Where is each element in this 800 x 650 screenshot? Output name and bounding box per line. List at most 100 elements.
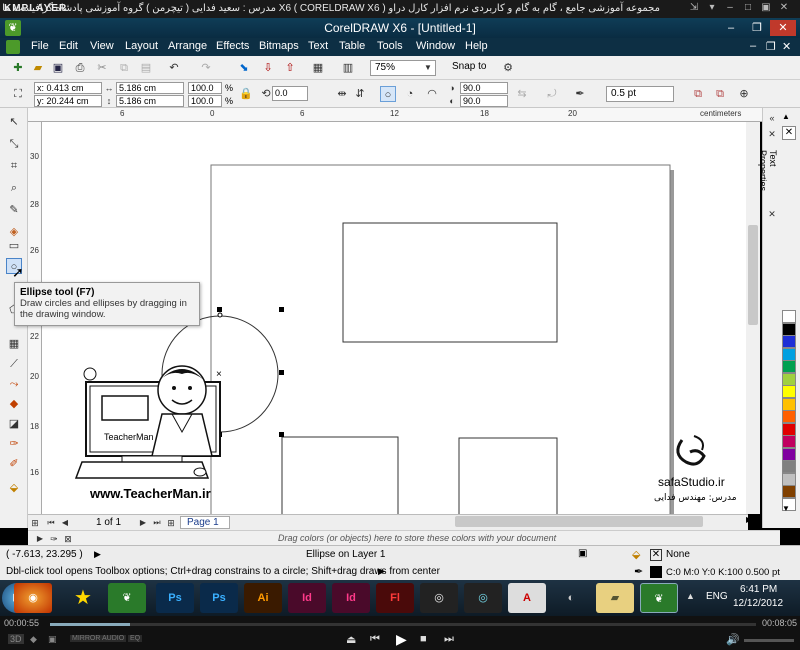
blend-tool-icon[interactable]: ◆ <box>6 396 22 412</box>
media-icon[interactable]: ◐ <box>552 583 590 613</box>
mirror-vertical-icon[interactable]: ⇵ <box>352 86 368 102</box>
explorer-icon[interactable]: ▰ <box>596 583 634 613</box>
menu-table[interactable]: Table <box>339 40 365 52</box>
menu-layout[interactable]: Layout <box>125 40 158 52</box>
menu-text[interactable]: Text <box>308 40 328 52</box>
start-angle-field[interactable]: 90.0 <box>460 82 508 94</box>
chevron-down-icon[interactable]: ▼ <box>420 60 436 76</box>
coreldraw-active-icon[interactable]: ❦ <box>640 583 678 613</box>
import-icon[interactable]: ⇩ <box>260 60 276 76</box>
scroll-right-icon[interactable]: ▶ <box>746 515 752 524</box>
color-swatch[interactable] <box>782 422 796 436</box>
color-swatch[interactable] <box>782 322 796 336</box>
no-color-swatch[interactable]: ✕ <box>782 126 796 140</box>
doc-minimize-button[interactable]: – <box>750 40 756 52</box>
to-front-icon[interactable]: ⧉ <box>690 86 706 102</box>
open-icon[interactable]: ▰ <box>30 60 46 76</box>
color-swatch[interactable] <box>782 397 796 411</box>
arc-mode-icon[interactable]: ◠ <box>424 86 440 102</box>
width-field[interactable]: 5.186 cm <box>116 82 184 94</box>
freehand-tool-icon[interactable]: ✎ <box>6 202 22 218</box>
app-icon[interactable]: ◎ <box>420 583 458 613</box>
first-page-icon[interactable]: ⏮ <box>44 515 58 529</box>
clock-time[interactable]: 6:41 PM <box>740 584 777 595</box>
zoom-tool-icon[interactable]: ⌕ <box>6 180 22 196</box>
selection-handle[interactable] <box>279 370 284 375</box>
crop-tool-icon[interactable]: ⌗ <box>6 158 22 174</box>
copy-icon[interactable]: ⧉ <box>116 60 132 76</box>
scale-width-field[interactable]: 100.0 <box>188 82 222 94</box>
player-maximize-button[interactable]: ▣ <box>760 2 772 14</box>
palette-arrow-icon[interactable]: ▶ <box>34 531 46 544</box>
indesign-icon[interactable]: Id <box>288 583 326 613</box>
eq-badge[interactable]: EQ <box>128 635 143 642</box>
next-page-icon[interactable]: ▶ <box>136 515 150 529</box>
menu-tools[interactable]: Tools <box>377 40 403 52</box>
3d-badge[interactable]: 3D <box>8 634 24 644</box>
forward-icon[interactable]: ⏭ <box>444 633 454 646</box>
volume-slider[interactable] <box>744 639 794 642</box>
color-swatch[interactable] <box>782 460 796 473</box>
indesign-icon[interactable]: Id <box>332 583 370 613</box>
to-back-icon[interactable]: ⧉ <box>712 86 728 102</box>
audio-badge[interactable]: AUDIO <box>100 635 127 642</box>
save-icon[interactable]: ▣ <box>50 60 66 76</box>
pie-mode-icon[interactable]: ◔ <box>402 86 418 102</box>
x-position-field[interactable]: x: 0.413 cm <box>34 82 102 94</box>
selection-handle[interactable] <box>217 307 222 312</box>
fill-tool-icon[interactable]: ⬙ <box>6 480 22 496</box>
table-tool-icon[interactable]: ▦ <box>6 336 22 352</box>
end-angle-field[interactable]: 90.0 <box>460 95 508 107</box>
menu-file[interactable]: File <box>31 40 49 52</box>
rotation-field[interactable]: 0.0 <box>272 86 308 101</box>
pick-tool-icon[interactable]: ↖ <box>6 114 22 130</box>
docker-expand-icon[interactable]: « <box>764 110 780 126</box>
player-minimize-button[interactable]: – <box>724 2 736 14</box>
lock-ratio-icon[interactable]: 🔒 <box>238 86 254 102</box>
ellipse-node[interactable] <box>217 312 223 318</box>
menu-effects[interactable]: Effects <box>216 40 249 52</box>
color-swatch[interactable] <box>782 360 796 373</box>
capture-icon[interactable]: ▣ <box>48 634 57 645</box>
publish-pdf-icon[interactable]: ▦ <box>310 60 326 76</box>
app-minimize-button[interactable]: – <box>718 20 744 36</box>
play-icon[interactable]: ▶ <box>396 631 407 648</box>
menu-window[interactable]: Window <box>416 40 455 52</box>
color-swatch[interactable] <box>782 485 796 498</box>
scale-height-field[interactable]: 100.0 <box>188 95 222 107</box>
horizontal-ruler[interactable]: 6 0 6 12 18 20 centimeters <box>28 108 762 122</box>
snap-to-dropdown[interactable]: Snap to <box>448 60 496 76</box>
color-swatch[interactable] <box>782 335 796 348</box>
color-swatch[interactable] <box>782 385 796 398</box>
color-swatch[interactable] <box>782 447 796 461</box>
firefox-icon[interactable]: ◉ <box>14 583 52 613</box>
menu-bitmaps[interactable]: Bitmaps <box>259 40 299 52</box>
page-tab[interactable]: Page 1 <box>180 516 230 529</box>
add-page-icon[interactable]: ⊞ <box>164 515 178 529</box>
outline-tool-icon[interactable]: ✐ <box>6 456 22 472</box>
outline-color-swatch[interactable] <box>650 566 662 578</box>
seek-bar[interactable] <box>50 623 756 626</box>
app-icon[interactable]: ◎ <box>464 583 502 613</box>
player-restore-button[interactable]: □ <box>742 2 754 14</box>
direction-icon[interactable]: ⇆ <box>514 86 530 102</box>
audio-icon[interactable]: ◆ <box>30 634 37 645</box>
doc-close-button[interactable]: ✕ <box>782 40 791 53</box>
previous-page-icon[interactable]: ◀ <box>58 515 72 529</box>
print-icon[interactable]: ⎙ <box>72 60 88 76</box>
color-swatch[interactable] <box>782 372 796 386</box>
menu-edit[interactable]: Edit <box>59 40 78 52</box>
player-close-button[interactable]: ✕ <box>778 2 790 14</box>
options-icon[interactable]: ⚙ <box>500 60 516 76</box>
flash-icon[interactable]: Fl <box>376 583 414 613</box>
acrobat-icon[interactable]: A <box>508 583 546 613</box>
no-color-icon[interactable]: ⊠ <box>62 531 74 544</box>
color-swatch[interactable] <box>782 435 796 448</box>
app-restore-button[interactable]: ❐ <box>744 20 770 36</box>
selection-handle[interactable] <box>279 432 284 437</box>
eyedropper-tool-icon[interactable]: ✑ <box>6 436 22 452</box>
cut-icon[interactable]: ✂ <box>94 60 110 76</box>
mirror-badge[interactable]: MIRROR <box>70 635 103 642</box>
coreldraw-icon[interactable]: ❦ <box>108 583 146 613</box>
undo-icon[interactable]: ↶ <box>166 60 182 76</box>
